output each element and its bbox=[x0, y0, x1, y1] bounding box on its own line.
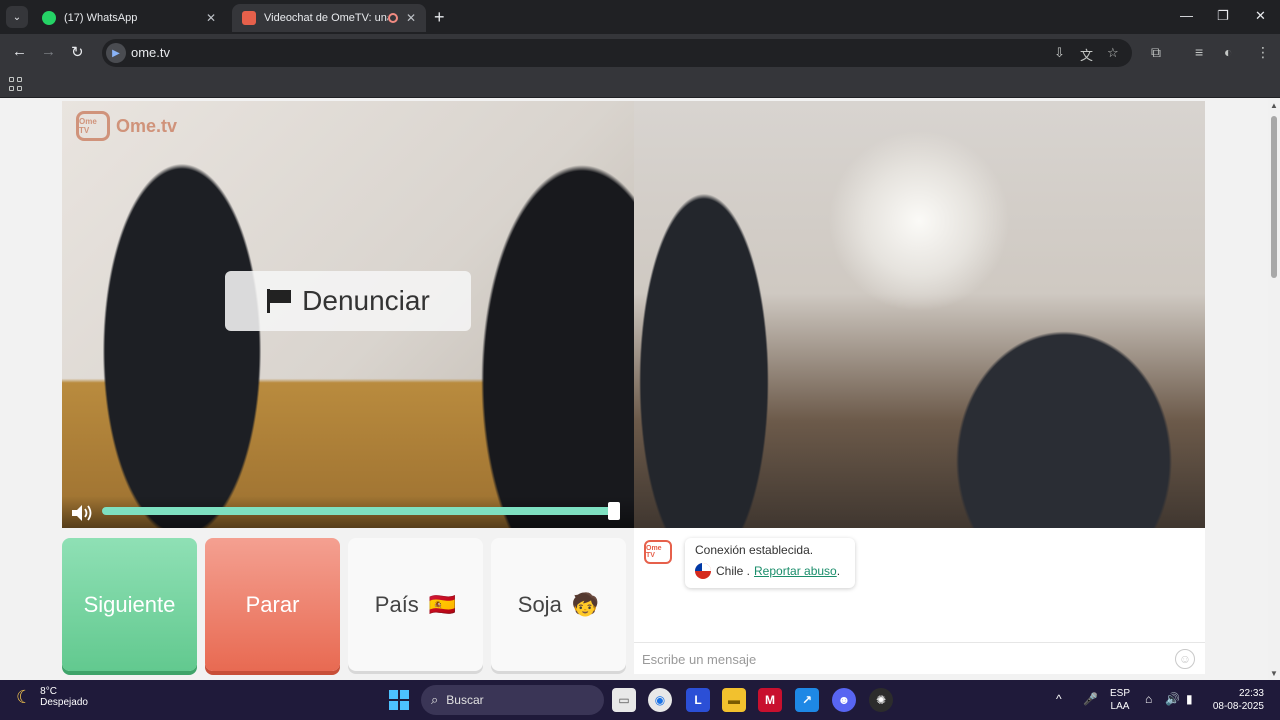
link-suffix: . bbox=[836, 564, 841, 578]
whatsapp-icon bbox=[42, 11, 56, 25]
mcafee-icon[interactable]: M bbox=[758, 688, 782, 712]
tray-overflow-icon[interactable]: ^ bbox=[1056, 692, 1062, 706]
media-control-icon[interactable]: ≡ bbox=[1195, 44, 1203, 60]
logo-tv-icon: Ome TV bbox=[76, 111, 110, 141]
temperature: 8°C bbox=[40, 686, 57, 697]
scroll-thumb[interactable] bbox=[1271, 116, 1277, 278]
gender-label: Soja bbox=[517, 591, 562, 617]
site-info-icon[interactable]: ▶ bbox=[106, 43, 126, 63]
spain-flag-icon: 🇪🇸 bbox=[428, 591, 457, 617]
lang-bottom: LAA bbox=[1110, 701, 1130, 712]
speaker-icon[interactable] bbox=[70, 504, 94, 522]
chile-flag-icon bbox=[695, 563, 711, 579]
menu-icon[interactable]: ⋮ bbox=[1256, 44, 1270, 61]
bookmarks-bar bbox=[0, 72, 1280, 98]
weather-widget[interactable]: ☾ 8°C Despejado bbox=[16, 686, 88, 708]
tab-strip: ⌄ (17) WhatsApp ✕ Videochat de OmeTV: un… bbox=[0, 0, 1280, 34]
close-tab-icon[interactable]: ✕ bbox=[406, 11, 416, 25]
gender-button[interactable]: Soja 🧒 bbox=[491, 538, 626, 671]
system-message: Conexión establecida. Chile . Reportar a… bbox=[685, 538, 855, 588]
back-icon[interactable]: ← bbox=[12, 43, 27, 60]
connection-status: Conexión establecida. bbox=[695, 543, 814, 557]
ometv-logo: Ome TV Ome.tv bbox=[76, 111, 177, 141]
child-emoji-icon: 🧒 bbox=[571, 591, 600, 617]
report-button[interactable]: Denunciar bbox=[225, 271, 471, 331]
url-text: ome.tv bbox=[131, 45, 171, 60]
ometv-favicon-icon bbox=[242, 11, 256, 25]
translate-icon[interactable]: 文 bbox=[1080, 45, 1093, 64]
moon-icon: ☾ bbox=[16, 686, 33, 707]
install-app-icon[interactable]: ⇩ bbox=[1054, 45, 1065, 61]
taskbar: ☾ 8°C Despejado ⌕ Buscar ▭ ◉ L ▬ M ↗ ☻ ✺… bbox=[0, 680, 1280, 720]
minimize-icon[interactable]: — bbox=[1180, 8, 1193, 23]
openai-app-icon[interactable]: ✺ bbox=[869, 688, 893, 712]
message-input[interactable] bbox=[642, 649, 1162, 669]
ometv-page: Ome TV Ome.tv Denunciar Siguiente Parar … bbox=[0, 98, 1268, 680]
battery-icon[interactable]: ▮ bbox=[1186, 692, 1193, 706]
clock[interactable]: 22:33 08-08-2025 bbox=[1208, 687, 1264, 713]
volume-slider[interactable] bbox=[102, 507, 614, 515]
close-window-icon[interactable]: ✕ bbox=[1255, 8, 1266, 24]
task-view-icon[interactable]: ▭ bbox=[612, 688, 636, 712]
logo-text: Ome.tv bbox=[116, 115, 178, 136]
close-tab-icon[interactable]: ✕ bbox=[206, 11, 216, 25]
next-button[interactable]: Siguiente bbox=[62, 538, 197, 671]
report-abuse-link[interactable]: Reportar abuso bbox=[754, 564, 837, 578]
chrome-icon[interactable]: ◉ bbox=[648, 688, 672, 712]
profile-icon[interactable]: ◐ bbox=[1224, 44, 1232, 60]
clock-date: 08-08-2025 bbox=[1212, 701, 1264, 712]
emoji-picker-icon[interactable]: ☺ bbox=[1175, 649, 1195, 669]
page-scrollbar[interactable]: ▲ ▼ bbox=[1268, 98, 1280, 680]
weather-text: Despejado bbox=[40, 697, 88, 708]
recording-icon bbox=[387, 13, 398, 23]
tab-whatsapp[interactable]: (17) WhatsApp ✕ bbox=[32, 4, 226, 32]
windows-start-icon[interactable] bbox=[389, 690, 409, 710]
tab-ometv[interactable]: Videochat de OmeTV: una alternativa ✕ bbox=[232, 4, 426, 32]
country-label: País bbox=[374, 591, 419, 617]
search-label: Buscar bbox=[446, 693, 484, 707]
tab-search-icon[interactable]: ⌄ bbox=[6, 6, 28, 28]
discord-icon[interactable]: ☻ bbox=[832, 688, 856, 712]
scroll-down-icon[interactable]: ▼ bbox=[1270, 669, 1278, 678]
clock-time: 22:33 bbox=[1238, 688, 1264, 699]
volume-knob[interactable] bbox=[608, 502, 620, 520]
tab-title: (17) WhatsApp bbox=[64, 12, 138, 24]
language-indicator[interactable]: ESP LAA bbox=[1110, 687, 1130, 713]
flag-icon bbox=[266, 289, 292, 313]
message-bar: ☺ bbox=[634, 642, 1205, 674]
lang-top: ESP bbox=[1110, 688, 1131, 699]
editor-app-icon[interactable]: ↗ bbox=[795, 688, 819, 712]
forward-icon[interactable]: → bbox=[41, 43, 56, 60]
bookmark-star-icon[interactable]: ☆ bbox=[1107, 45, 1119, 61]
address-bar[interactable]: ▶ ome.tv ⇩ 文 ☆ bbox=[102, 39, 1132, 67]
volume-bar bbox=[62, 496, 634, 528]
taskbar-search[interactable]: ⌕ Buscar bbox=[421, 685, 604, 715]
new-tab-icon[interactable]: + bbox=[434, 7, 445, 28]
scroll-up-icon[interactable]: ▲ bbox=[1270, 101, 1278, 110]
partner-country: Chile . bbox=[716, 564, 751, 578]
file-explorer-icon[interactable]: ▬ bbox=[722, 688, 746, 712]
remote-video bbox=[634, 101, 1205, 528]
country-button[interactable]: País 🇪🇸 bbox=[348, 538, 483, 671]
reload-icon[interactable]: ↻ bbox=[71, 43, 84, 61]
search-icon: ⌕ bbox=[431, 692, 439, 707]
extensions-icon[interactable]: ⧉ bbox=[1151, 44, 1161, 61]
microphone-icon[interactable]: 🎤 bbox=[1083, 692, 1098, 706]
local-video: Ome TV Ome.tv Denunciar bbox=[62, 101, 634, 528]
stop-button[interactable]: Parar bbox=[205, 538, 340, 671]
volume-fill bbox=[102, 507, 614, 515]
browser-toolbar: ← → ↻ ▶ ome.tv ⇩ 文 ☆ ⧉ ≡ ◐ ⋮ bbox=[0, 34, 1280, 72]
tab-title: Videochat de OmeTV: una alternativa bbox=[264, 12, 388, 24]
l-app-icon[interactable]: L bbox=[686, 688, 710, 712]
report-label: Denunciar bbox=[302, 285, 430, 316]
network-icon[interactable]: ⌂ bbox=[1145, 692, 1152, 706]
apps-grid-icon[interactable] bbox=[9, 77, 23, 91]
volume-icon[interactable]: 🔊 bbox=[1165, 692, 1180, 706]
ometv-chat-logo-icon: Ome TV bbox=[644, 540, 672, 564]
maximize-icon[interactable]: ❐ bbox=[1217, 8, 1229, 24]
